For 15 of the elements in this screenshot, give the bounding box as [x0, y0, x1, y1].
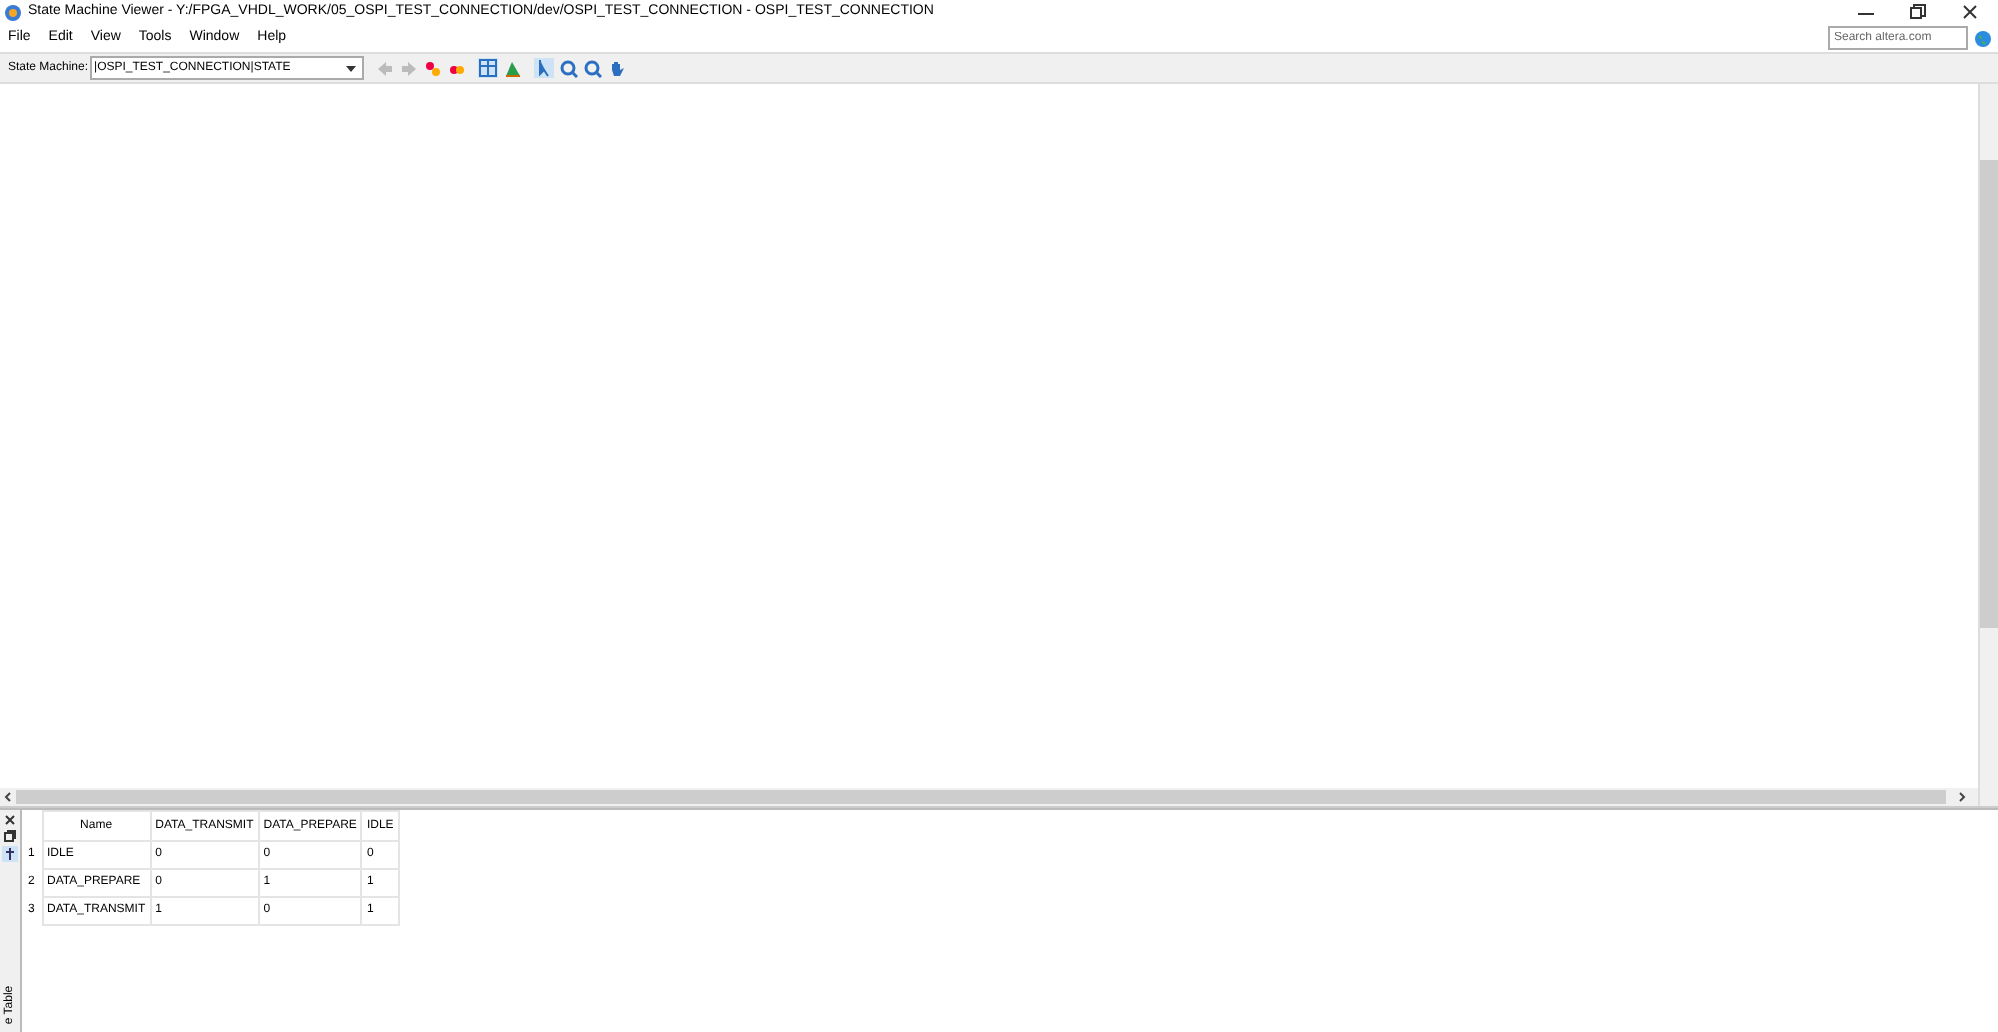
float-icon[interactable]: [4, 830, 16, 842]
pin-icon[interactable]: [2, 846, 18, 862]
scroll-left-icon[interactable]: [4, 792, 12, 802]
globe-icon[interactable]: [1974, 29, 1992, 47]
zoom-out-icon[interactable]: [584, 59, 603, 77]
pointer-icon[interactable]: [534, 58, 555, 78]
close-icon[interactable]: [1962, 4, 1978, 20]
caret-icon: [346, 65, 357, 71]
zoom-in-icon[interactable]: [560, 59, 579, 77]
restore-icon[interactable]: [1910, 4, 1926, 20]
hand-icon[interactable]: [608, 59, 627, 77]
chart-icon[interactable]: [504, 59, 523, 77]
table-icon[interactable]: [478, 58, 499, 78]
scroll-right-icon[interactable]: [1958, 792, 1966, 802]
close-icon[interactable]: [4, 814, 16, 826]
